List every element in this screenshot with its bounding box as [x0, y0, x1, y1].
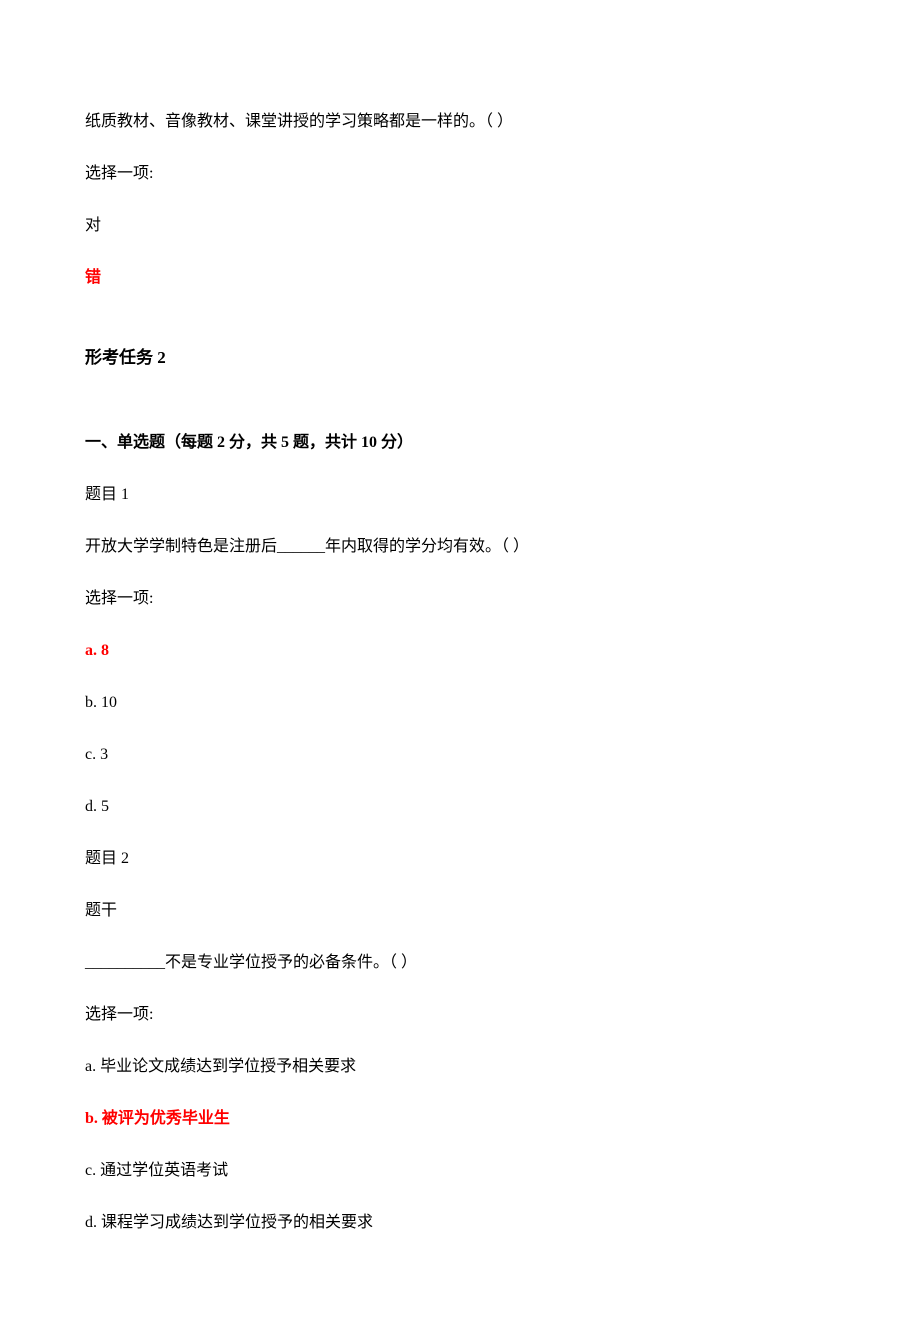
option-b-answer: b. 被评为优秀毕业生 — [85, 1107, 835, 1131]
select-prompt: 选择一项: — [85, 1003, 835, 1027]
option-false-answer: 错 — [85, 266, 835, 290]
option-a-answer: a. 8 — [85, 639, 835, 663]
option-a: a. 毕业论文成绩达到学位授予相关要求 — [85, 1055, 835, 1079]
task-title: 形考任务 2 — [85, 345, 835, 371]
option-d: d. 课程学习成绩达到学位授予的相关要求 — [85, 1211, 835, 1235]
question-label: 题目 1 — [85, 483, 835, 507]
option-b: b. 10 — [85, 691, 835, 715]
select-prompt: 选择一项: — [85, 587, 835, 611]
section-heading: 一、单选题（每题 2 分，共 5 题，共计 10 分） — [85, 431, 835, 455]
question-label: 题目 2 — [85, 847, 835, 871]
question-stem-label: 题干 — [85, 899, 835, 923]
select-prompt: 选择一项: — [85, 162, 835, 186]
option-c: c. 3 — [85, 743, 835, 767]
option-d: d. 5 — [85, 795, 835, 819]
option-true: 对 — [85, 214, 835, 238]
option-c: c. 通过学位英语考试 — [85, 1159, 835, 1183]
question-stem: 开放大学学制特色是注册后______年内取得的学分均有效。（ ） — [85, 535, 835, 559]
question-stem: __________不是专业学位授予的必备条件。（ ） — [85, 951, 835, 975]
question-stem: 纸质教材、音像教材、课堂讲授的学习策略都是一样的。（ ） — [85, 110, 835, 134]
